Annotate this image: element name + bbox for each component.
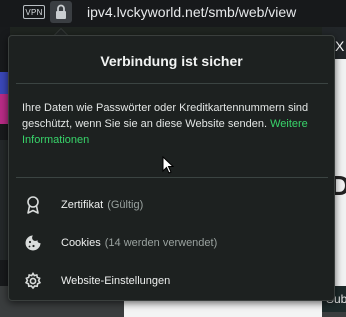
close-icon[interactable]: X <box>335 38 344 54</box>
cookies-label: Cookies <box>61 237 101 249</box>
cookies-status: (14 werden verwendet) <box>104 237 218 249</box>
security-description: Ihre Daten wie Passwörter oder Kreditkar… <box>22 100 322 148</box>
lock-icon <box>56 4 66 19</box>
divider <box>16 177 328 178</box>
vpn-badge[interactable]: VPN <box>23 5 45 19</box>
description-text: Ihre Daten wie Passwörter oder Kreditkar… <box>22 102 309 130</box>
certificate-row[interactable]: Zertifikat (Gültig) <box>21 193 321 217</box>
certificate-label: Zertifikat <box>61 199 104 211</box>
site-info-button[interactable] <box>50 1 72 23</box>
cookies-row[interactable]: Cookies (14 werden verwendet) <box>21 231 321 255</box>
certificate-status: (Gültig) <box>107 199 144 211</box>
certificate-icon <box>21 193 45 217</box>
mouse-cursor-icon <box>162 156 174 174</box>
gear-icon <box>21 269 45 293</box>
browser-toolbar: VPN ipv4.lvckyworld.net/smb/web/view <box>0 0 346 27</box>
cookie-icon <box>21 231 45 255</box>
popup-title: Verbindung ist sicher <box>100 53 243 69</box>
site-settings-label: Website-Einstellungen <box>61 275 171 287</box>
address-bar-url[interactable]: ipv4.lvckyworld.net/smb/web/view <box>87 4 296 20</box>
divider <box>16 83 328 84</box>
popup-caret-inner <box>55 29 67 35</box>
site-settings-row[interactable]: Website-Einstellungen <box>21 269 321 293</box>
